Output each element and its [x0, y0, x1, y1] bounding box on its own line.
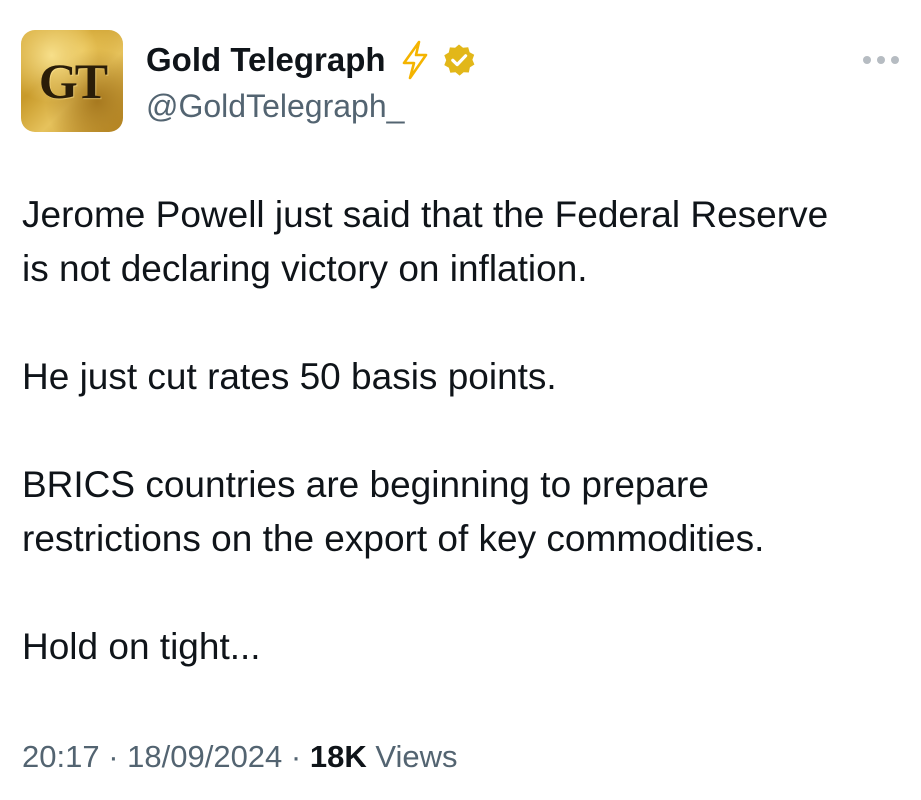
author-handle[interactable]: @GoldTelegraph_ — [146, 84, 476, 128]
author-display-name[interactable]: Gold Telegraph — [146, 36, 386, 84]
dot — [863, 56, 871, 64]
tweet-paragraph: BRICS countries are beginning to prepare… — [22, 464, 765, 559]
tweet-paragraph: Jerome Powell just said that the Federal… — [22, 194, 829, 289]
avatar-logo-text: GT — [38, 53, 108, 109]
meta-separator: · — [282, 739, 310, 774]
tweet-header: Gold Telegraph @GoldTelegraph_ — [146, 36, 476, 128]
views-count[interactable]: 18K — [310, 739, 367, 774]
name-row: Gold Telegraph — [146, 36, 476, 84]
meta-separator: · — [99, 739, 128, 774]
views-label: Views — [366, 739, 458, 774]
tweet-card: GT Gold Telegraph @GoldTelegraph_ Jerome… — [0, 0, 921, 800]
dot — [891, 56, 899, 64]
tweet-meta: 20:17 · 18/09/2024 · 18K Views — [22, 734, 457, 780]
tweet-paragraph: He just cut rates 50 basis points. — [22, 356, 557, 397]
tweet-date[interactable]: 18/09/2024 — [127, 739, 282, 774]
tweet-paragraph: Hold on tight... — [22, 626, 261, 667]
verified-badge-icon[interactable] — [442, 43, 476, 77]
dot — [877, 56, 885, 64]
lightning-bolt-icon — [398, 40, 432, 80]
more-dots-icon[interactable] — [863, 48, 899, 72]
avatar[interactable]: GT — [21, 30, 123, 132]
tweet-text: Jerome Powell just said that the Federal… — [22, 188, 902, 674]
tweet-time[interactable]: 20:17 — [22, 739, 100, 774]
